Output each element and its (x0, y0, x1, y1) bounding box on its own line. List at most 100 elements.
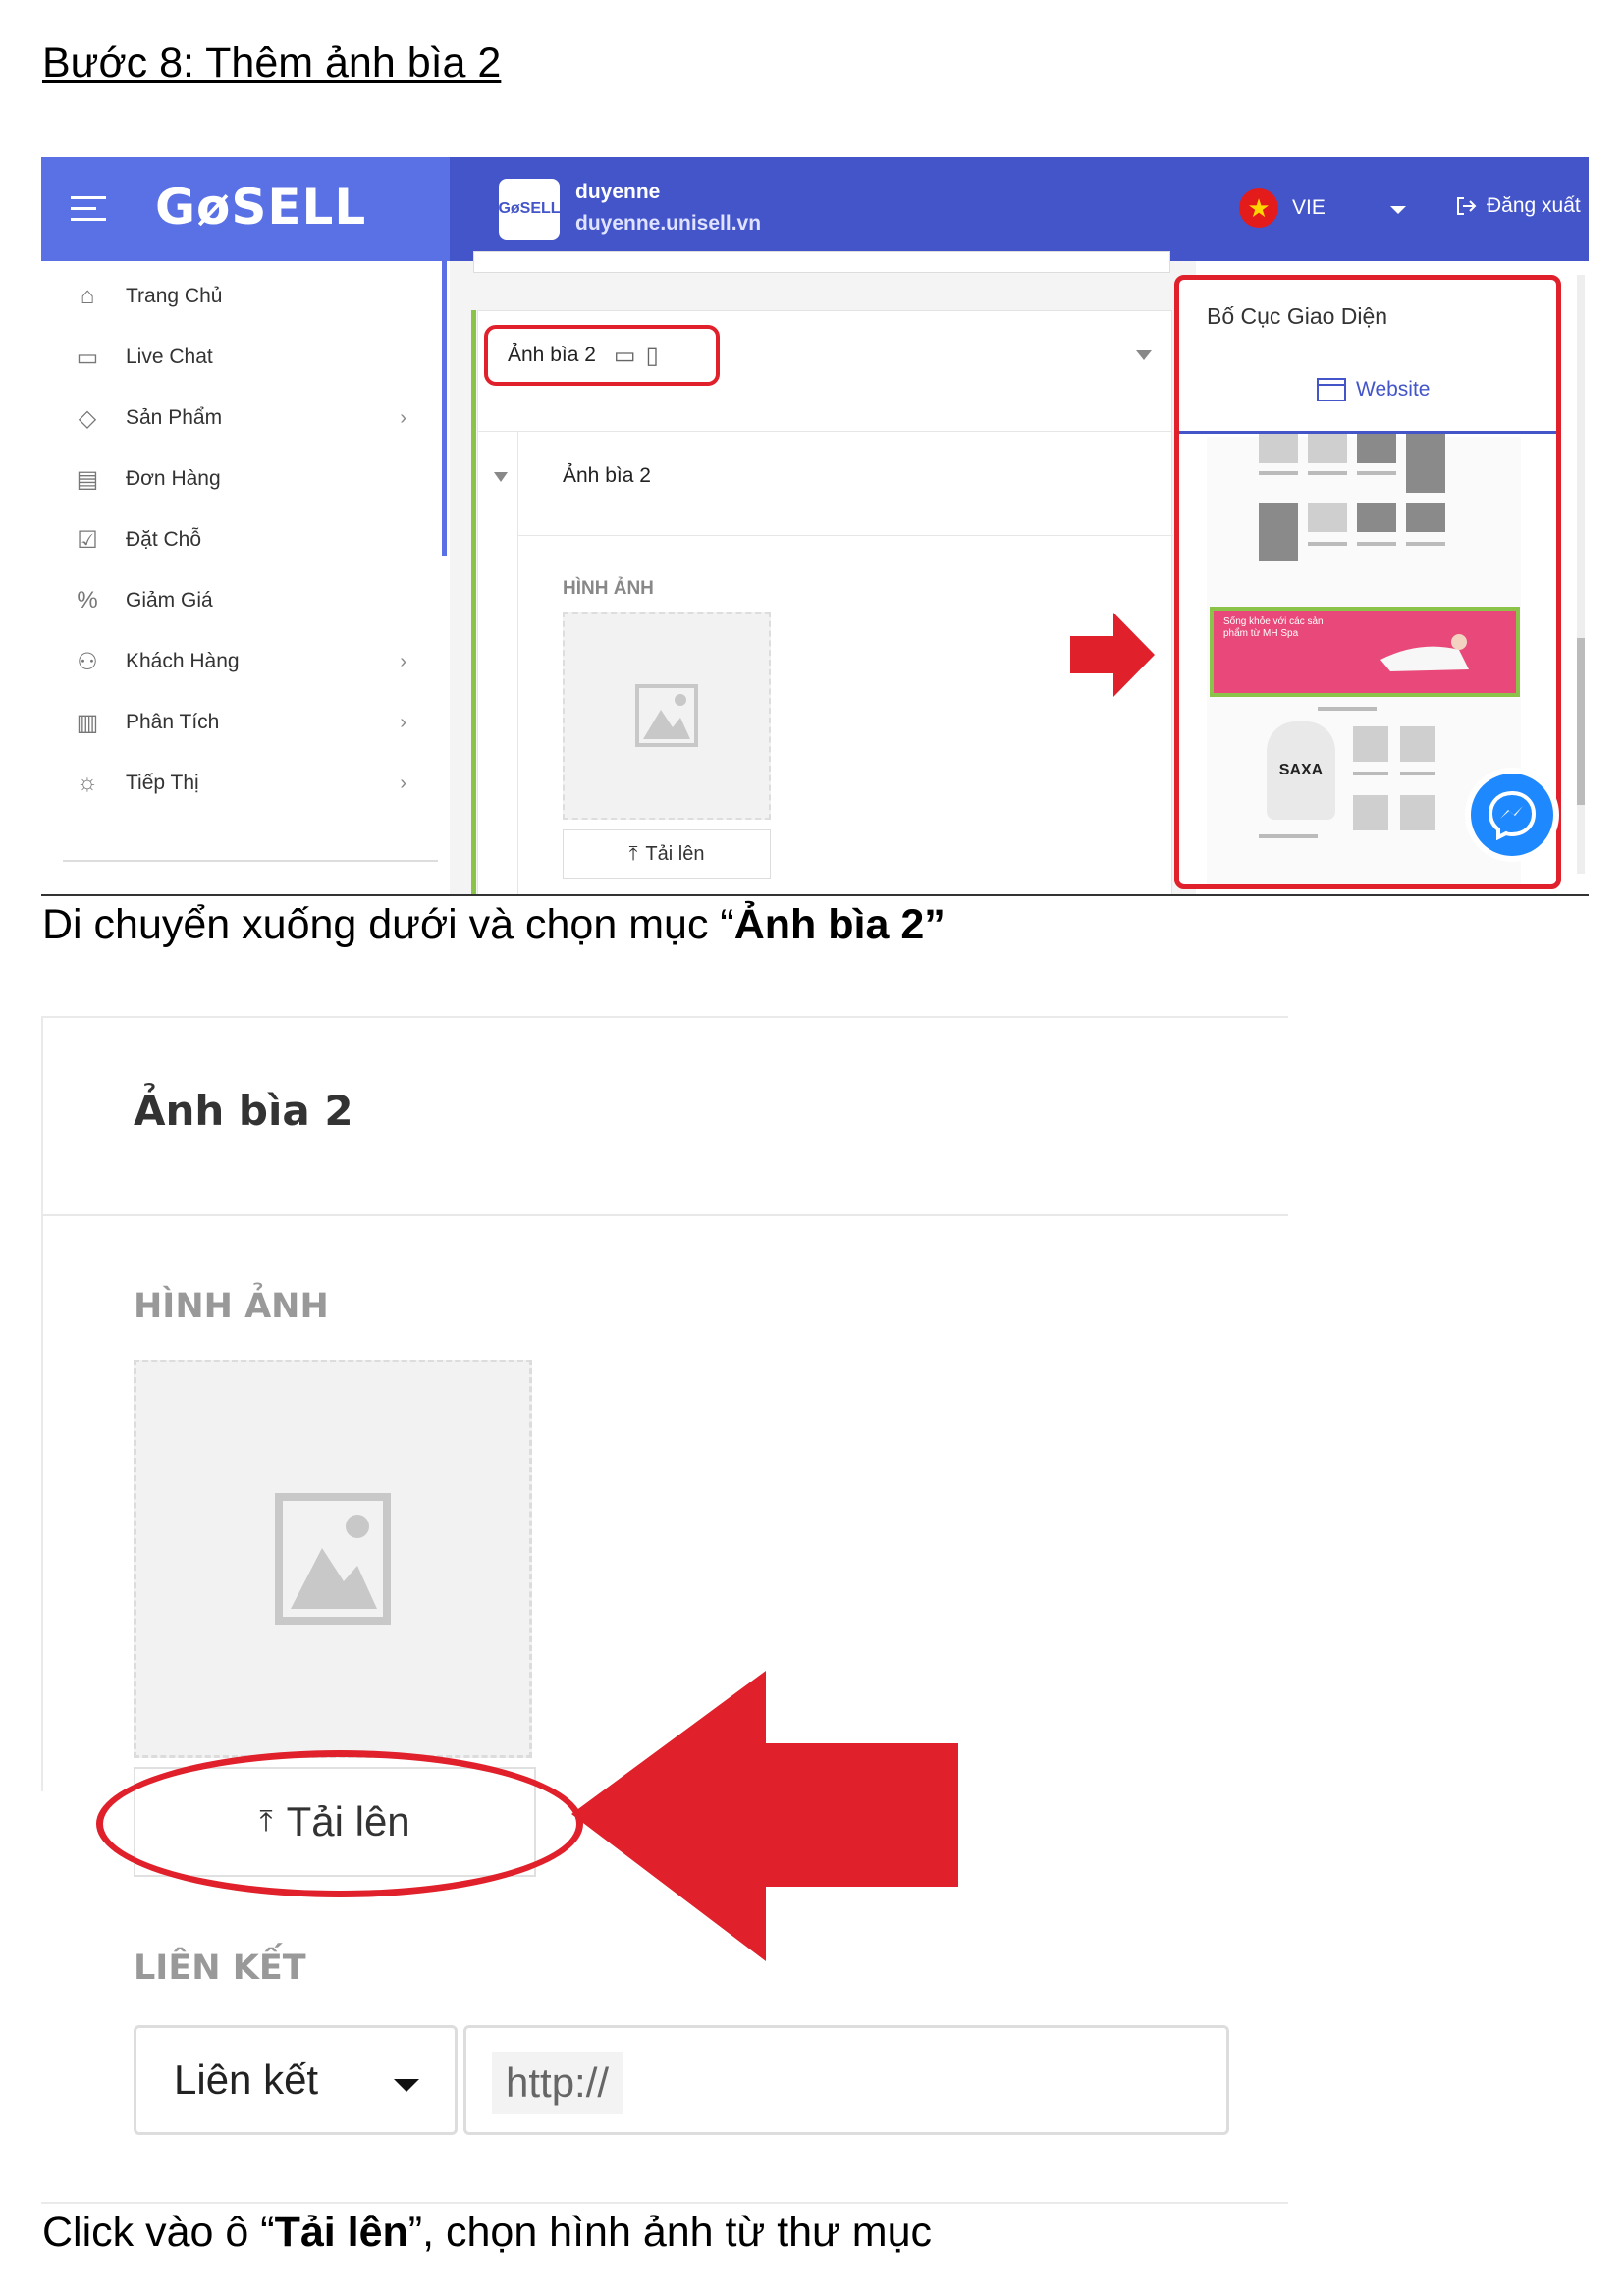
sidebar-item-home[interactable]: ⌂ Trang Chủ (73, 277, 406, 316)
customers-icon: ⚇ (77, 648, 98, 675)
brand-header: GøSELL (41, 157, 450, 261)
logout-label: Đăng xuất (1487, 194, 1581, 217)
preview-text-line (1259, 834, 1318, 838)
chevron-right-icon: › (400, 711, 406, 733)
tab-label: Website (1356, 378, 1431, 400)
upload-button[interactable]: ⤒ Tải lên (563, 829, 771, 879)
divider (41, 1214, 1288, 1216)
section-tab-cover-2[interactable]: Ảnh bìa 2 ▭ ▯ (484, 325, 720, 386)
yoga-person-image (1380, 634, 1469, 671)
link-type-value: Liên kết (174, 2056, 319, 2103)
divider (517, 431, 518, 894)
step-heading: Bước 8: Thêm ảnh bìa 2 (42, 39, 502, 86)
sidebar-item-customers[interactable]: ⚇ Khách Hàng › (73, 642, 406, 681)
section-editor: Ảnh bìa 2 ▭ ▯ Ảnh bìa 2 HÌNH ẢNH ⤒ Tải l… (450, 251, 1196, 894)
preview-thumbnail (1353, 726, 1388, 762)
store-url[interactable]: duyenne.unisell.vn (575, 212, 761, 236)
previous-section-card (473, 251, 1170, 273)
caption-text: ”, chọn hình ảnh từ thư mục (407, 2209, 933, 2256)
preview-thumbnail (1259, 434, 1298, 463)
product-bottle-image: SAXA (1267, 721, 1335, 820)
receipt-icon: ▤ (76, 465, 99, 493)
sidebar-item-analytics[interactable]: ▥ Phân Tích › (73, 703, 406, 742)
desktop-icon[interactable]: ▭ (614, 342, 636, 370)
store-name: duyenne (575, 181, 661, 203)
banner-text: Sống khỏe với các sản phẩm từ MH Spa (1223, 616, 1324, 639)
preview-text-line (1308, 471, 1347, 475)
highlight-circle (96, 1750, 583, 1897)
sidebar: ⌂ Trang Chủ ▭ Live Chat ◇ Sản Phẩm › ▤ Đ… (41, 261, 450, 894)
image-dropzone[interactable] (563, 612, 771, 820)
cover-2-preview-banner[interactable]: Sống khỏe với các sản phẩm từ MH Spa (1210, 607, 1520, 697)
language-select[interactable]: VIE (1292, 196, 1326, 220)
gosell-logo: GøSELL (155, 179, 367, 236)
caption-text: ” (924, 901, 946, 948)
upload-label: Tải lên (645, 842, 705, 865)
sidebar-item-label: Tiếp Thị (126, 772, 199, 794)
vietnam-flag-icon: ★ (1239, 188, 1278, 228)
preview-thumbnail (1357, 503, 1396, 532)
preview-thumbnail (1400, 795, 1435, 830)
image-placeholder-icon (635, 684, 698, 747)
pointer-arrow-icon (571, 1671, 958, 1961)
sidebar-item-label: Giảm Giá (126, 589, 213, 612)
pointer-arrow-icon (1070, 613, 1155, 697)
sidebar-item-live-chat[interactable]: ▭ Live Chat (73, 338, 406, 377)
sidebar-item-label: Phân Tích (126, 711, 220, 733)
divider (41, 2202, 1288, 2204)
mobile-icon[interactable]: ▯ (646, 342, 659, 370)
url-input[interactable]: http:// (463, 2025, 1229, 2135)
preview-thumbnail (1357, 434, 1396, 463)
divider (41, 1016, 43, 1791)
sidebar-item-label: Đơn Hàng (126, 467, 221, 490)
link-type-select[interactable]: Liên kết (134, 2025, 458, 2135)
sidebar-item-marketing[interactable]: ☼ Tiếp Thị › (73, 764, 406, 803)
caption-bold: Ảnh bìa 2 (733, 901, 925, 948)
image-placeholder-icon (275, 1493, 391, 1625)
sidebar-item-products[interactable]: ◇ Sản Phẩm › (73, 399, 406, 438)
home-icon: ⌂ (80, 283, 95, 309)
sidebar-item-label: Đặt Chỗ (126, 528, 202, 551)
section-tab-label: Ảnh bìa 2 (508, 344, 596, 366)
sidebar-item-label: Sản Phẩm (126, 406, 223, 429)
subsection-title: Ảnh bìa 2 (563, 464, 651, 487)
analytics-icon: ▥ (76, 709, 99, 736)
preview-text-line (1357, 542, 1396, 546)
preview-text-line (1308, 542, 1347, 546)
caption-text: Click vào ô “ (42, 2209, 275, 2256)
sidebar-item-label: Khách Hàng (126, 650, 240, 672)
caption-click-upload: Click vào ô “Tải lên”, chọn hình ảnh từ … (42, 2209, 932, 2257)
sidebar-scrollbar[interactable] (442, 261, 447, 556)
expand-caret-icon[interactable] (494, 472, 508, 482)
scrollbar-thumb[interactable] (1577, 638, 1585, 805)
layout-panel-title: Bố Cục Giao Diện (1207, 303, 1388, 329)
preview-text-line (1357, 471, 1396, 475)
caption-text: Di chuyển xuống dưới và chọn mục “ (42, 901, 734, 948)
logout-button[interactable]: Đăng xuất (1455, 194, 1581, 218)
messenger-icon[interactable] (1465, 768, 1559, 862)
hamburger-icon[interactable] (71, 196, 106, 222)
store-logo: GøSELL (498, 179, 561, 240)
preview-thumbnail (1406, 434, 1445, 493)
sidebar-item-orders[interactable]: ▤ Đơn Hàng (73, 459, 406, 499)
section-card: Ảnh bìa 2 ▭ ▯ Ảnh bìa 2 HÌNH ẢNH ⤒ Tải l… (477, 310, 1173, 894)
image-label: HÌNH ẢNH (563, 578, 654, 599)
browser-icon (1317, 378, 1346, 401)
preview-thumbnail (1400, 726, 1435, 762)
logout-icon (1457, 197, 1477, 215)
chevron-down-icon (394, 2079, 419, 2092)
image-dropzone[interactable] (134, 1360, 532, 1758)
sidebar-item-discounts[interactable]: % Giảm Giá (73, 581, 406, 620)
chevron-right-icon: › (400, 772, 406, 794)
chevron-down-icon[interactable] (1390, 206, 1406, 214)
sidebar-item-booking[interactable]: ☑ Đặt Chỗ (73, 520, 406, 560)
preview-thumbnail (1259, 503, 1298, 561)
image-label: HÌNH ẢNH (134, 1287, 329, 1326)
tab-website[interactable]: Website (1317, 378, 1430, 401)
discount-icon: % (77, 587, 98, 614)
preview-text-line (1259, 471, 1298, 475)
sidebar-item-label: Live Chat (126, 346, 213, 368)
collapse-caret-icon[interactable] (1136, 350, 1152, 360)
chevron-right-icon: › (400, 650, 406, 672)
url-placeholder: http:// (492, 2052, 623, 2114)
